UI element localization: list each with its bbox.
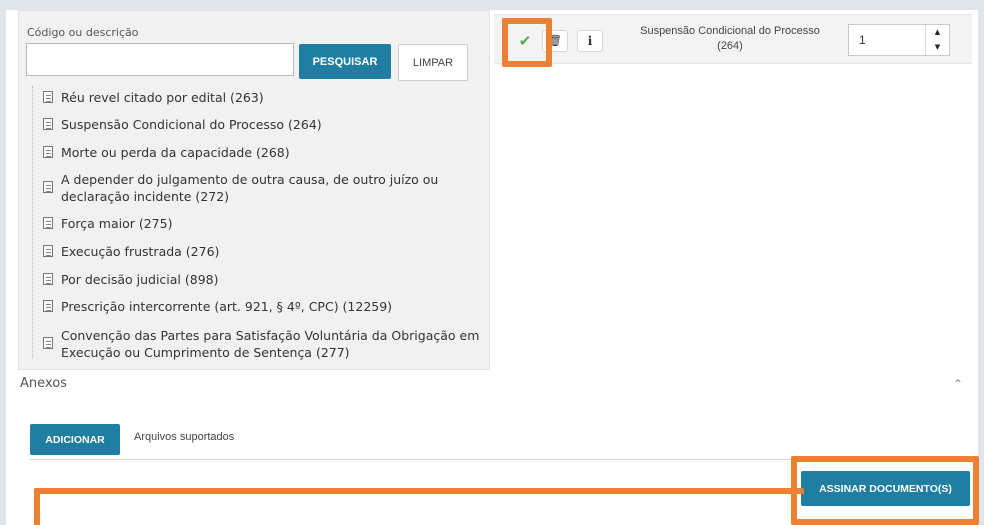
search-input[interactable] bbox=[26, 43, 294, 76]
document-icon bbox=[43, 118, 53, 130]
tree-item-label: Convenção das Partes para Satisfação Vol… bbox=[61, 328, 480, 360]
document-icon bbox=[43, 273, 53, 285]
tree-item-label: Força maior (275) bbox=[61, 216, 173, 231]
tree-item-label: Réu revel citado por edital (263) bbox=[61, 90, 264, 105]
tree-item-label: Morte ou perda da capacidade (268) bbox=[61, 145, 290, 160]
document-icon bbox=[43, 300, 53, 312]
document-icon bbox=[43, 181, 53, 193]
tree-item-label: A depender do julgamento de outra causa,… bbox=[61, 172, 439, 204]
tree-item[interactable]: Por decisão judicial (898) bbox=[33, 271, 485, 288]
selected-movement-title: Suspensão Condicional do Processo (264) bbox=[640, 25, 820, 52]
add-attachment-button[interactable]: ADICIONAR bbox=[30, 424, 120, 455]
search-button[interactable]: PESQUISAR bbox=[299, 44, 391, 79]
tree-item[interactable]: Réu revel citado por edital (263) bbox=[33, 89, 485, 106]
document-icon bbox=[43, 217, 53, 229]
clear-button[interactable]: LIMPAR bbox=[398, 44, 468, 81]
search-label: Código ou descrição bbox=[27, 26, 139, 39]
quantity-stepper[interactable]: ▲ ▼ bbox=[925, 25, 949, 55]
tree-item[interactable]: Força maior (275) bbox=[33, 215, 485, 232]
tree-item[interactable]: Execução frustrada (276) bbox=[33, 243, 485, 260]
supported-files-link[interactable]: Arquivos suportados bbox=[134, 431, 234, 443]
divider bbox=[30, 459, 972, 460]
tree-item-label: Prescrição intercorrente (art. 921, § 4º… bbox=[61, 299, 393, 314]
tree-item[interactable]: A depender do julgamento de outra causa,… bbox=[33, 171, 453, 205]
tree-item-label: Suspensão Condicional do Processo (264) bbox=[61, 117, 322, 132]
movement-tree: Réu revel citado por edital (263) Suspen… bbox=[32, 86, 485, 361]
document-icon bbox=[43, 337, 53, 349]
check-icon[interactable]: ✔ bbox=[512, 30, 538, 52]
collapse-icon[interactable]: ⌃ bbox=[953, 377, 963, 391]
section-title-anexos: Anexos bbox=[20, 376, 67, 391]
trash-icon[interactable]: 🗑 bbox=[542, 30, 568, 52]
sign-documents-button[interactable]: ASSINAR DOCUMENTO(S) bbox=[801, 471, 970, 506]
top-band bbox=[0, 0, 984, 10]
document-icon bbox=[43, 245, 53, 257]
tree-item-label: Por decisão judicial (898) bbox=[61, 272, 219, 287]
tree-item[interactable]: Suspensão Condicional do Processo (264) bbox=[33, 116, 485, 133]
chevron-down-icon[interactable]: ▼ bbox=[926, 40, 949, 55]
tree-item[interactable]: Convenção das Partes para Satisfação Vol… bbox=[33, 327, 485, 361]
tree-item[interactable]: Morte ou perda da capacidade (268) bbox=[33, 144, 485, 161]
document-icon bbox=[43, 146, 53, 158]
chevron-up-icon[interactable]: ▲ bbox=[926, 25, 949, 40]
tree-item[interactable]: Prescrição intercorrente (art. 921, § 4º… bbox=[33, 298, 485, 315]
tree-item-label: Execução frustrada (276) bbox=[61, 244, 220, 259]
document-icon bbox=[43, 91, 53, 103]
info-icon[interactable]: i bbox=[577, 30, 603, 52]
